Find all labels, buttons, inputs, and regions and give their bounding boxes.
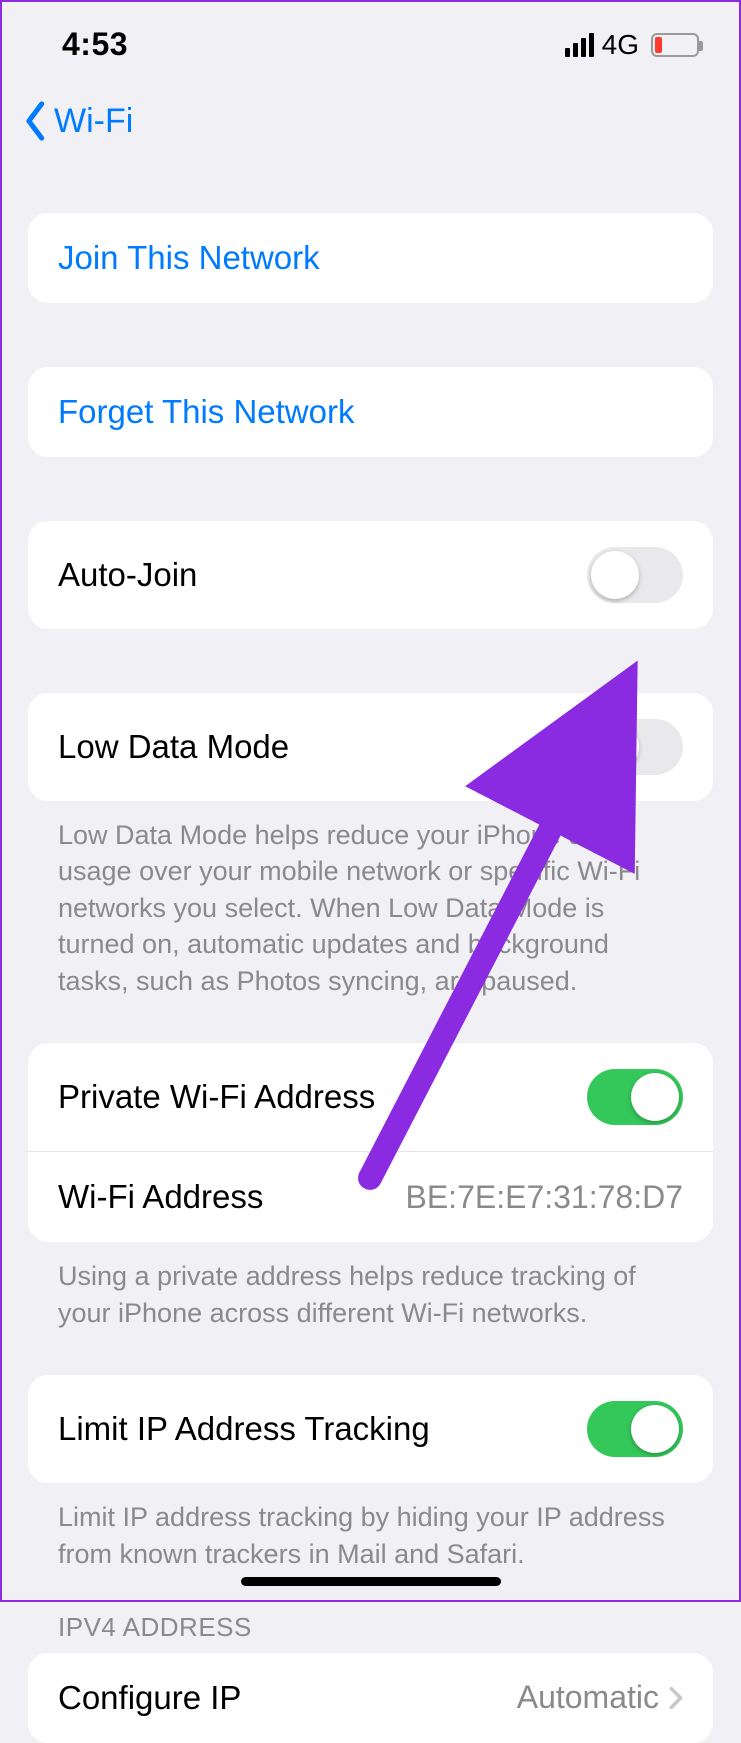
auto-join-toggle[interactable]	[587, 547, 683, 603]
network-label: 4G	[602, 29, 639, 61]
private-wifi-toggle[interactable]	[587, 1069, 683, 1125]
status-right: 4G	[565, 29, 699, 61]
chevron-right-icon	[669, 1686, 683, 1710]
home-indicator	[241, 1577, 501, 1586]
private-wifi-row: Private Wi-Fi Address	[28, 1043, 713, 1151]
auto-join-row: Auto-Join	[28, 521, 713, 629]
low-data-mode-row: Low Data Mode	[28, 693, 713, 801]
low-data-mode-toggle[interactable]	[587, 719, 683, 775]
limit-ip-footer: Limit IP address tracking by hiding your…	[28, 1483, 713, 1572]
auto-join-label: Auto-Join	[58, 556, 197, 594]
join-network-row[interactable]: Join This Network	[28, 213, 713, 303]
wifi-address-label: Wi-Fi Address	[58, 1178, 263, 1216]
signal-icon	[565, 33, 594, 57]
join-network-label: Join This Network	[58, 239, 320, 277]
private-wifi-footer: Using a private address helps reduce tra…	[28, 1242, 713, 1331]
wifi-address-row: Wi-Fi Address BE:7E:E7:31:78:D7	[28, 1151, 713, 1242]
nav-back-label: Wi-Fi	[54, 102, 133, 141]
chevron-left-icon	[22, 101, 50, 141]
limit-ip-toggle[interactable]	[587, 1401, 683, 1457]
nav-back[interactable]: Wi-Fi	[2, 73, 739, 149]
configure-ip-label: Configure IP	[58, 1679, 241, 1717]
battery-icon	[651, 33, 699, 57]
forget-network-row[interactable]: Forget This Network	[28, 367, 713, 457]
status-bar: 4:53 4G	[2, 2, 739, 73]
configure-ip-row[interactable]: Configure IP Automatic	[28, 1653, 713, 1743]
private-wifi-label: Private Wi-Fi Address	[58, 1078, 375, 1116]
status-time: 4:53	[62, 26, 128, 63]
wifi-address-value: BE:7E:E7:31:78:D7	[405, 1179, 683, 1216]
low-data-mode-label: Low Data Mode	[58, 728, 289, 766]
limit-ip-label: Limit IP Address Tracking	[58, 1410, 430, 1448]
low-data-mode-footer: Low Data Mode helps reduce your iPhone d…	[28, 801, 713, 999]
forget-network-label: Forget This Network	[58, 393, 354, 431]
configure-ip-value: Automatic	[517, 1679, 659, 1716]
limit-ip-row: Limit IP Address Tracking	[28, 1375, 713, 1483]
